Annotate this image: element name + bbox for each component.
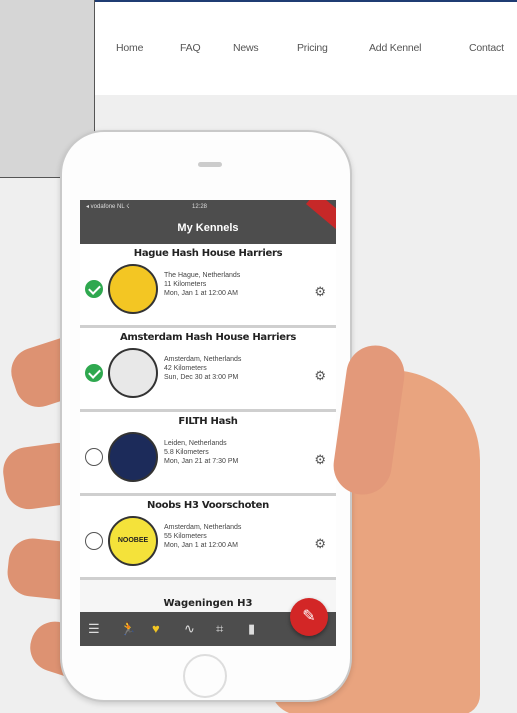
kennel-name: Amsterdam Hash House Harriers bbox=[119, 332, 297, 343]
nav-news[interactable]: News bbox=[233, 42, 259, 54]
beer-icon[interactable]: ▮ bbox=[248, 621, 255, 637]
kennel-distance: 5.8 Kilometers bbox=[164, 449, 209, 456]
kennel-logo bbox=[108, 432, 158, 482]
chart-icon[interactable]: ∿ bbox=[184, 621, 195, 637]
kennel-info: Amsterdam, Netherlands 55 Kilometers Mon… bbox=[164, 523, 241, 550]
kennel-location: Amsterdam, Netherlands bbox=[164, 356, 242, 363]
gear-icon[interactable]: ⚙ bbox=[314, 536, 326, 552]
status-bar: ◂ vodafone NL ☇ 12:28 bbox=[80, 200, 336, 214]
carrier-label: ◂ vodafone NL ☇ bbox=[86, 204, 130, 210]
menu-icon[interactable]: ☰ bbox=[88, 621, 100, 637]
kennel-next-run: Mon, Jan 21 at 7:30 PM bbox=[164, 458, 239, 465]
kennel-location: The Hague, Netherlands bbox=[164, 272, 241, 279]
kennel-card[interactable]: Noobs H3 Voorschoten NOOBEE Amsterdam, N… bbox=[80, 496, 336, 580]
kennel-distance: 11 Kilometers bbox=[164, 281, 207, 288]
kennel-list: Hague Hash House Harriers The Hague, Net… bbox=[80, 244, 336, 614]
gear-icon[interactable]: ⚙ bbox=[314, 452, 326, 468]
kennel-checkbox[interactable] bbox=[85, 364, 103, 382]
status-time: 12:28 bbox=[192, 204, 208, 210]
kennel-distance: 42 Kilometers bbox=[164, 365, 207, 372]
kennel-logo: NOOBEE bbox=[108, 516, 158, 566]
runner-icon[interactable]: 🏃 bbox=[120, 621, 136, 637]
phone-device: ◂ vodafone NL ☇ 12:28 My Kennels Hague H… bbox=[60, 130, 352, 702]
torch-icon[interactable]: ✎ bbox=[290, 598, 328, 636]
phone-speaker bbox=[198, 162, 222, 167]
kennel-next-run: Sun, Dec 30 at 3:00 PM bbox=[164, 374, 239, 381]
kennel-info: Leiden, Netherlands 5.8 Kilometers Mon, … bbox=[164, 439, 238, 466]
kennel-name: Noobs H3 Voorschoten bbox=[147, 500, 269, 511]
trophy-icon[interactable]: ♥ bbox=[152, 621, 160, 636]
kennel-card[interactable]: Amsterdam Hash House Harriers Amsterdam,… bbox=[80, 328, 336, 412]
kennel-name: FILTH Hash bbox=[178, 416, 238, 427]
app-title: My Kennels bbox=[177, 222, 239, 234]
kennel-checkbox[interactable] bbox=[85, 448, 103, 466]
nav-faq[interactable]: FAQ bbox=[180, 42, 201, 54]
app-header: My Kennels bbox=[80, 200, 336, 244]
kennel-info: Amsterdam, Netherlands 42 Kilometers Sun… bbox=[164, 355, 241, 382]
qr-icon[interactable]: ⌗ bbox=[216, 621, 223, 637]
kennel-checkbox[interactable] bbox=[85, 280, 103, 298]
kennel-info: The Hague, Netherlands 11 Kilometers Mon… bbox=[164, 271, 240, 298]
nav-contact[interactable]: Contact bbox=[469, 42, 504, 54]
corner-ribbon bbox=[306, 200, 336, 233]
kennel-card[interactable]: Hague Hash House Harriers The Hague, Net… bbox=[80, 244, 336, 328]
kennel-checkbox[interactable] bbox=[85, 532, 103, 550]
kennel-name: Hague Hash House Harriers bbox=[133, 248, 283, 259]
kennel-logo bbox=[108, 264, 158, 314]
kennel-distance: 55 Kilometers bbox=[164, 533, 207, 540]
kennel-location: Amsterdam, Netherlands bbox=[164, 524, 242, 531]
gear-icon[interactable]: ⚙ bbox=[314, 284, 326, 300]
home-button[interactable] bbox=[183, 654, 227, 698]
kennel-logo bbox=[108, 348, 158, 398]
kennel-next-run: Mon, Jan 1 at 12:00 AM bbox=[164, 542, 238, 549]
kennel-location: Leiden, Netherlands bbox=[164, 440, 227, 447]
nav-add-kennel[interactable]: Add Kennel bbox=[369, 42, 421, 54]
nav-home[interactable]: Home bbox=[116, 42, 143, 54]
gear-icon[interactable]: ⚙ bbox=[314, 368, 326, 384]
kennel-card[interactable]: FILTH Hash Leiden, Netherlands 5.8 Kilom… bbox=[80, 412, 336, 496]
nav-pricing[interactable]: Pricing bbox=[297, 42, 328, 54]
kennel-next-run: Mon, Jan 1 at 12:00 AM bbox=[164, 290, 238, 297]
app-screen: ◂ vodafone NL ☇ 12:28 My Kennels Hague H… bbox=[80, 200, 336, 646]
